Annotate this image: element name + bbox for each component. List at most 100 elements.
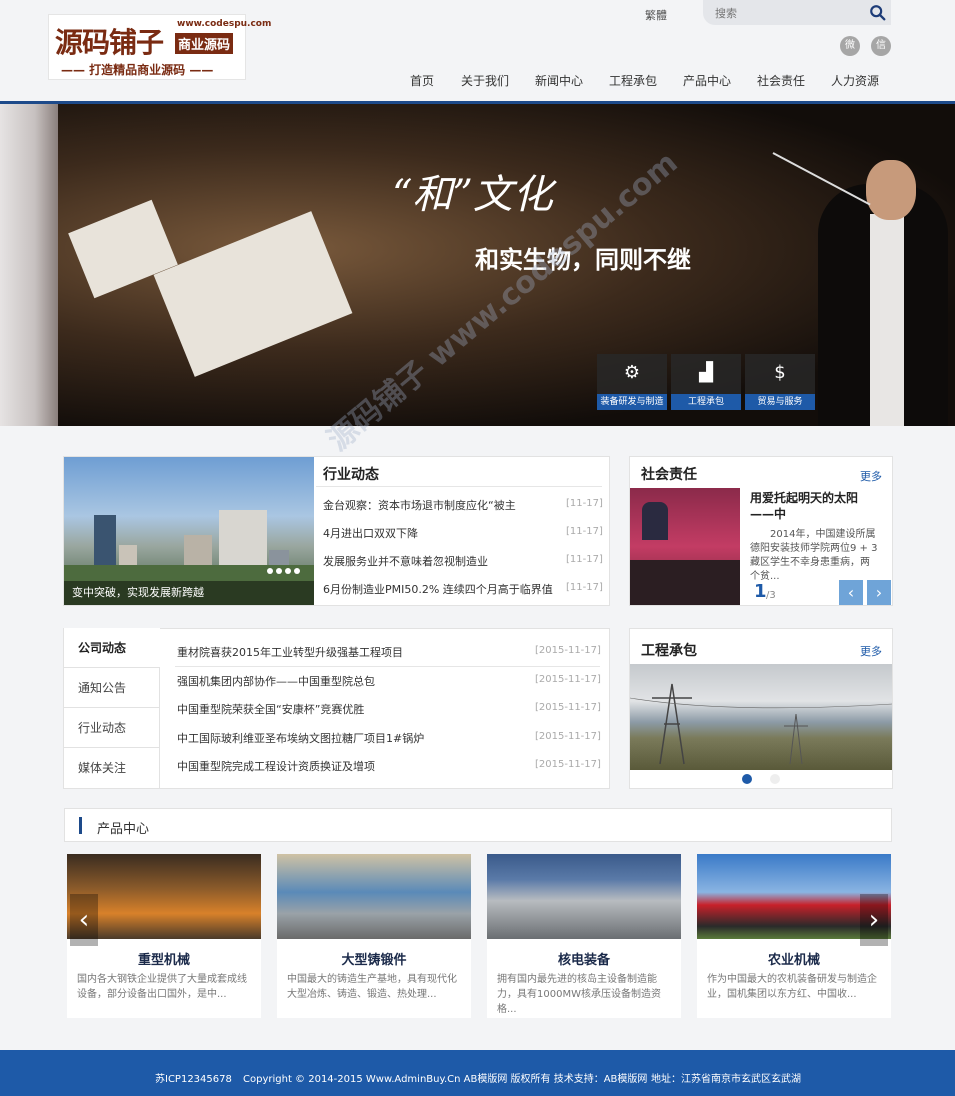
title-marker xyxy=(79,817,82,834)
news-item[interactable]: 中工国际玻利维亚圣布埃纳文图拉糖厂项目1#锅炉 xyxy=(177,730,424,746)
product-image xyxy=(487,854,681,939)
logo-text: 源码铺子 xyxy=(55,26,164,59)
banner-tab-manufacturing[interactable]: ⚙ 装备研发与制造 xyxy=(597,354,667,410)
logo-url: www.codespu.com xyxy=(177,19,272,29)
slide-dot[interactable] xyxy=(742,774,752,784)
products-title: 产品中心 xyxy=(97,822,150,837)
news-item[interactable]: 6月份制造业PMI50.2% 连续四个月高于临界值 xyxy=(323,581,553,597)
news-date: [2015-11-17] xyxy=(535,731,601,742)
audience xyxy=(630,560,740,605)
divider xyxy=(316,486,602,487)
weibo-icon[interactable]: 微 xyxy=(840,36,860,56)
product-card[interactable]: 核电装备 拥有国内最先进的核岛主设备制造能力，具有1000MW核承压设备制造资格… xyxy=(487,854,681,1018)
product-name: 核电装备 xyxy=(557,953,610,968)
traditional-chinese-link[interactable]: 繁體 xyxy=(645,7,667,23)
copyright-text: Copyright © 2014-2015 Www.AdminBuy.Cn AB… xyxy=(243,1074,648,1085)
page-total: /3 xyxy=(766,590,776,601)
slide-dot[interactable] xyxy=(267,568,273,574)
news-item[interactable]: 强国机集团内部协作——中国重型院总包 xyxy=(177,673,375,689)
social-responsibility-image[interactable] xyxy=(630,488,740,605)
engineering-title: 工程承包 xyxy=(641,643,697,659)
news-date: [11-17] xyxy=(566,526,603,537)
social-headline[interactable]: 用爱托起明天的太阳——中 xyxy=(750,490,880,522)
product-name: 大型铸锻件 xyxy=(341,953,407,968)
baton xyxy=(772,152,871,206)
tab-notices[interactable]: 通知公告 xyxy=(64,668,160,708)
nav-item-products[interactable]: 产品中心 xyxy=(670,72,744,92)
wechat-icon[interactable]: 信 xyxy=(871,36,891,56)
news-item[interactable]: 4月进出口双双下降 xyxy=(323,525,418,541)
divider xyxy=(175,666,600,667)
products-header: 产品中心 xyxy=(64,808,892,842)
chevron-right-icon[interactable]: › xyxy=(860,894,888,946)
banner-prev-slide xyxy=(0,104,58,426)
product-name: 农业机械 xyxy=(767,953,820,968)
nav-item-home[interactable]: 首页 xyxy=(396,72,448,92)
industry-news-image[interactable]: 变中突破，实现发展新跨越 xyxy=(64,457,314,605)
product-desc: 中国最大的铸造生产基地，具有现代化大型冶炼、铸造、锻造、热处理... xyxy=(287,974,457,1000)
slide-dot[interactable] xyxy=(294,568,300,574)
music-sheet xyxy=(153,211,353,377)
news-date: [11-17] xyxy=(566,582,603,593)
product-desc: 国内各大钢铁企业提供了大量成套成线设备，部分设备出口国外，是中... xyxy=(77,974,247,1000)
hero-banner[interactable]: “和”文化 和实生物，同则不继 ⚙ 装备研发与制造 ▟ 工程承包 $ 贸易与服务 xyxy=(0,104,955,426)
news-date: [2015-11-17] xyxy=(535,674,601,685)
banner-tab-engineering[interactable]: ▟ 工程承包 xyxy=(671,354,741,410)
engineering-image[interactable] xyxy=(630,664,892,770)
nav-item-engineering[interactable]: 工程承包 xyxy=(596,72,670,92)
slide-dot[interactable] xyxy=(770,774,780,784)
slide-dot[interactable] xyxy=(276,568,282,574)
logo-slogan: —— 打造精品商业源码 —— xyxy=(61,63,214,77)
site-header: 源码铺子 www.codespu.com 商业源码 —— 打造精品商业源码 ——… xyxy=(0,0,955,104)
social-more-link[interactable]: 更多 xyxy=(860,468,882,484)
factory-icon: ▟ xyxy=(699,362,713,383)
engineering-more-link[interactable]: 更多 xyxy=(860,643,882,659)
money-bag-icon: $ xyxy=(774,362,786,383)
tab-company-news[interactable]: 公司动态 xyxy=(64,628,160,668)
industry-news-title: 行业动态 xyxy=(323,467,379,483)
banner-subtitle: 和实生物，同则不继 xyxy=(475,246,691,274)
product-desc: 作为中国最大的农机装备研发与制造企业，国机集团以东方红、中国收... xyxy=(707,974,877,1000)
speaker-figure xyxy=(642,502,668,540)
news-date: [11-17] xyxy=(566,554,603,565)
site-logo[interactable]: 源码铺子 www.codespu.com 商业源码 —— 打造精品商业源码 —— xyxy=(48,14,271,80)
news-item[interactable]: 发展服务业并不意味着忽视制造业 xyxy=(323,553,488,569)
news-date: [2015-11-17] xyxy=(535,702,601,713)
chevron-left-icon[interactable]: ‹ xyxy=(70,894,98,946)
company-news-tabs: 公司动态 通知公告 行业动态 媒体关注 xyxy=(64,628,160,788)
news-item[interactable]: 重材院喜获2015年工业转型升级强基工程项目 xyxy=(177,644,403,660)
tab-media[interactable]: 媒体关注 xyxy=(64,748,160,788)
news-item[interactable]: 金台观察：资本市场退市制度应化“被主 xyxy=(323,497,516,513)
next-arrow-icon[interactable]: › xyxy=(867,580,891,605)
product-image xyxy=(277,854,471,939)
page-current: 1 xyxy=(754,581,767,602)
social-responsibility-title: 社会责任 xyxy=(641,467,697,483)
conductor-shirt xyxy=(870,214,904,426)
nav-item-about[interactable]: 关于我们 xyxy=(448,72,522,92)
nav-item-social[interactable]: 社会责任 xyxy=(744,72,818,92)
power-towers xyxy=(630,683,892,765)
nav-item-hr[interactable]: 人力资源 xyxy=(818,72,892,92)
conductor-head xyxy=(866,160,916,220)
social-body: 2014年，中国建设所属德阳安装技师学院两位9 + 3藏区学生不幸身患重病，两个… xyxy=(750,529,878,580)
slide-dots[interactable] xyxy=(264,563,300,577)
banner-title: “和”文化 xyxy=(392,172,553,218)
search-input[interactable] xyxy=(715,5,855,21)
news-item[interactable]: 中国重型院荣获全国“安康杯”竞赛优胜 xyxy=(177,701,364,717)
search-icon[interactable] xyxy=(869,4,887,22)
tab-industry[interactable]: 行业动态 xyxy=(64,708,160,748)
banner-tab-trade[interactable]: $ 贸易与服务 xyxy=(745,354,815,410)
logo-badge: 商业源码 xyxy=(175,33,234,54)
news-item[interactable]: 中国重型院完成工程设计资质换证及增项 xyxy=(177,758,375,774)
product-card[interactable]: 大型铸锻件 中国最大的铸造生产基地，具有现代化大型冶炼、铸造、锻造、热处理... xyxy=(277,854,471,1018)
icp-number: 苏ICP12345678 xyxy=(155,1074,232,1085)
news-date: [2015-11-17] xyxy=(535,645,601,656)
slide-dot[interactable] xyxy=(285,568,291,574)
nav-item-news[interactable]: 新闻中心 xyxy=(522,72,596,92)
prev-arrow-icon[interactable]: ‹ xyxy=(839,580,863,605)
engineering-slide-dots[interactable] xyxy=(742,773,798,787)
search-box xyxy=(703,0,891,25)
news-date: [2015-11-17] xyxy=(535,759,601,770)
news-date: [11-17] xyxy=(566,498,603,509)
product-desc: 拥有国内最先进的核岛主设备制造能力，具有1000MW核承压设备制造资格... xyxy=(497,974,661,1015)
